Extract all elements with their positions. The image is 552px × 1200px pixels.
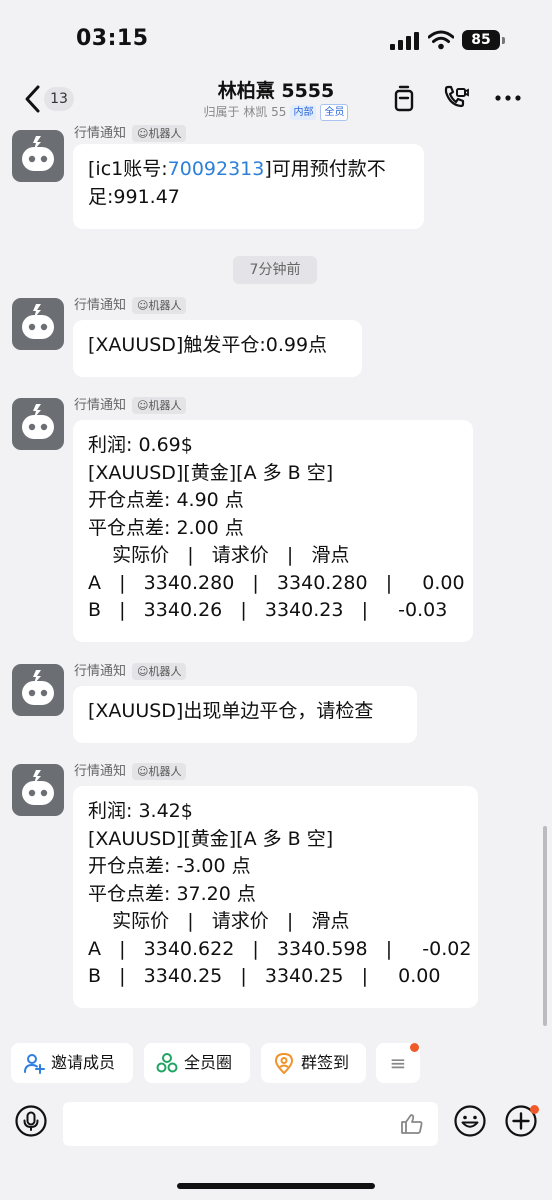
- robot-small-icon: ☺: [137, 665, 149, 678]
- cellular-signal-icon: [390, 32, 420, 50]
- all-members-circle-button[interactable]: 全员圈: [144, 1043, 250, 1083]
- sender-name: 行情通知: [74, 298, 127, 313]
- bot-avatar[interactable]: [12, 764, 64, 816]
- sender-line: 行情通知 ☺机器人: [74, 294, 187, 314]
- message-bubble[interactable]: 利润: 0.69$ [XAUUSD][黄金][A 多 B 空] 开仓点差: 4.…: [73, 420, 473, 642]
- invite-member-button[interactable]: 邀请成员: [11, 1043, 133, 1083]
- voice-icon[interactable]: [15, 1105, 47, 1137]
- message-input[interactable]: [63, 1102, 438, 1146]
- group-checkin-label: 群签到: [301, 1053, 350, 1072]
- bot-tag: ☺机器人: [132, 297, 187, 314]
- sender-name: 行情通知: [74, 126, 127, 141]
- owner-text: 归属于 林凯 55: [203, 105, 287, 119]
- home-indicator: [177, 1183, 375, 1189]
- sender-name: 行情通知: [74, 398, 127, 413]
- notification-dot: [410, 1043, 419, 1052]
- battery-indicator: 85: [462, 30, 500, 50]
- message-bubble[interactable]: 利润: 3.42$ [XAUUSD][黄金][A 多 B 空] 开仓点差: -3…: [73, 786, 478, 1008]
- robot-icon: [22, 404, 54, 439]
- bot-avatar[interactable]: [12, 664, 64, 716]
- status-time: 03:15: [76, 26, 149, 51]
- account-link[interactable]: 70092313: [168, 158, 265, 180]
- sender-name: 行情通知: [74, 764, 127, 779]
- robot-small-icon: ☺: [137, 765, 149, 778]
- message-bubble[interactable]: [XAUUSD]出现单边平仓，请检查: [73, 686, 417, 743]
- bot-tag: ☺机器人: [132, 397, 187, 414]
- robot-small-icon: ☺: [137, 127, 149, 140]
- internal-tag: 内部: [290, 105, 317, 120]
- robot-small-icon: ☺: [137, 399, 149, 412]
- time-separator: 7分钟前: [233, 256, 317, 284]
- message-bubble[interactable]: [XAUUSD]触发平仓:0.99点: [73, 320, 362, 377]
- clipboard-icon[interactable]: [390, 84, 418, 112]
- chat-header: 13 林柏熹 5555 归属于 林凯 55 内部 全员: [0, 70, 552, 126]
- scrollbar[interactable]: [543, 826, 547, 1026]
- robot-icon: [22, 770, 54, 805]
- invite-member-icon: [24, 1054, 45, 1074]
- bot-tag: ☺机器人: [132, 763, 187, 780]
- bot-tag: ☺机器人: [132, 663, 187, 680]
- bot-tag: ☺机器人: [132, 125, 187, 142]
- message-bubble[interactable]: [ic1账号:70092313]可用预付款不 足:991.47: [73, 144, 424, 229]
- robot-small-icon: ☺: [137, 299, 149, 312]
- bot-avatar[interactable]: [12, 130, 64, 182]
- sender-line: 行情通知 ☺机器人: [74, 760, 187, 780]
- notification-dot: [530, 1105, 539, 1114]
- sender-line: 行情通知 ☺机器人: [74, 394, 187, 414]
- robot-icon: [22, 670, 54, 705]
- group-checkin-icon: [275, 1053, 293, 1074]
- robot-icon: [22, 136, 54, 171]
- all-members-tag: 全员: [320, 104, 349, 121]
- robot-icon: [22, 304, 54, 339]
- more-icon[interactable]: [494, 84, 522, 112]
- video-call-icon[interactable]: [442, 84, 470, 112]
- all-members-circle-icon: [156, 1053, 178, 1073]
- thumbs-up-icon[interactable]: [400, 1113, 424, 1135]
- bot-avatar[interactable]: [12, 398, 64, 450]
- bot-avatar[interactable]: [12, 298, 64, 350]
- battery-tip: [502, 37, 505, 44]
- sender-line: 行情通知 ☺机器人: [74, 122, 187, 142]
- sender-line: 行情通知 ☺机器人: [74, 660, 187, 680]
- wifi-icon: [428, 30, 454, 50]
- status-bar: 03:15 85: [0, 0, 552, 80]
- invite-member-label: 邀请成员: [51, 1053, 116, 1072]
- sender-name: 行情通知: [74, 664, 127, 679]
- all-members-circle-label: 全员圈: [184, 1053, 233, 1072]
- emoji-icon[interactable]: [454, 1105, 486, 1137]
- group-checkin-button[interactable]: 群签到: [261, 1043, 366, 1083]
